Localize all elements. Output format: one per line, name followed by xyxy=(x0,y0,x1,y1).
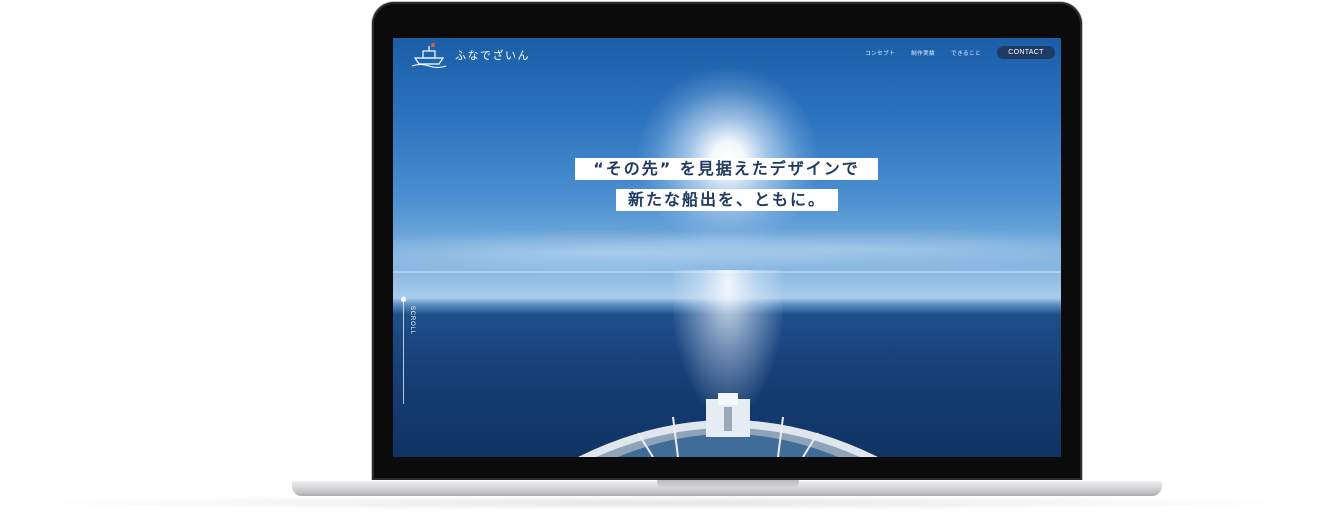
logo-text: ふなでざいん xyxy=(455,49,530,62)
scroll-indicator-track xyxy=(403,296,404,404)
scroll-indicator-dot xyxy=(401,297,406,302)
laptop-base-notch xyxy=(657,480,799,489)
site-logo[interactable]: ふなでざいん xyxy=(411,42,530,68)
ship-logo-icon xyxy=(411,43,447,68)
ship-bow-illustration xyxy=(578,393,878,457)
clouds xyxy=(393,216,1061,276)
hero-headline-line-1: “その先” を見据えたデザインで xyxy=(575,158,878,180)
nav-item-concept[interactable]: コンセプト xyxy=(865,49,895,57)
contact-button[interactable]: CONTACT xyxy=(997,46,1055,59)
site-nav: コンセプト 制作実績 できること CONTACT xyxy=(865,46,1055,59)
hero-headline-line-2: 新たな船出を、ともに。 xyxy=(616,189,838,211)
laptop-screen: ふなでざいん コンセプト 制作実績 できること CONTACT “その先” を見… xyxy=(393,38,1061,457)
nav-item-works[interactable]: 制作実績 xyxy=(911,49,935,57)
sea-glare xyxy=(673,270,783,410)
nav-item-services[interactable]: できること xyxy=(951,49,981,57)
scroll-label[interactable]: SCROLL xyxy=(409,306,415,335)
laptop-shadow xyxy=(60,496,1267,510)
